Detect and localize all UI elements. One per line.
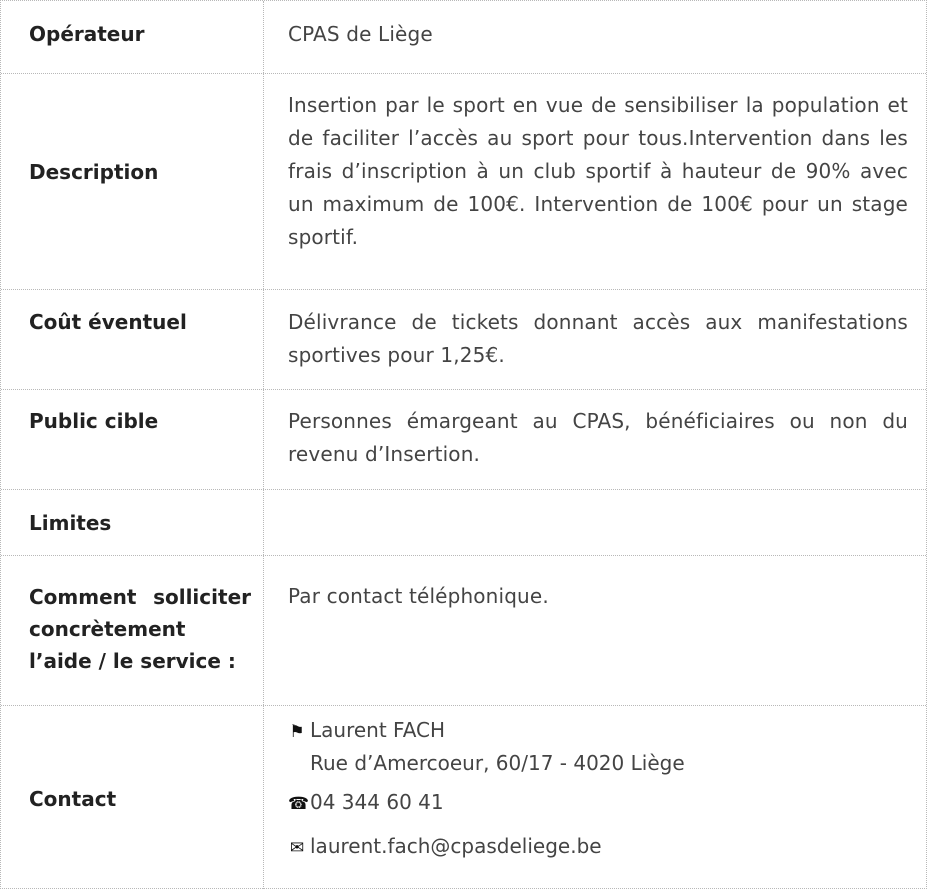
label-limites: Limites: [29, 511, 112, 535]
value-description: Insertion par le sport en vue de sensibi…: [288, 93, 908, 249]
row-operateur: Opérateur CPAS de Liège: [1, 1, 926, 74]
contact-name: Laurent FACH: [310, 718, 446, 742]
label-operateur: Opérateur: [29, 22, 145, 46]
value-public: Personnes émargeant au CPAS, bénéficiair…: [288, 409, 908, 466]
row-contact: Contact ⚑ Laurent FACH Rue d’Amercoeur, 6…: [1, 706, 926, 889]
row-cout: Coût éventuel Délivrance de tickets donn…: [1, 290, 926, 390]
contact-address: Rue d’Amercoeur, 60/17 - 4020 Liège: [310, 751, 685, 775]
label-public: Public cible: [29, 409, 159, 433]
value-operateur: CPAS de Liège: [288, 22, 433, 46]
info-table: Opérateur CPAS de Liège Description Inse…: [0, 0, 927, 889]
row-description: Description Insertion par le sport en vu…: [1, 74, 926, 290]
contact-name-line: ⚑ Laurent FACH: [288, 716, 445, 746]
label-contact: Contact: [29, 787, 117, 811]
label-comment: Comment solliciter concrètement l’aide /…: [29, 585, 251, 673]
row-limites: Limites: [1, 490, 926, 556]
contact-phone: 04 344 60 41: [310, 790, 444, 814]
flag-icon: ⚑: [289, 722, 305, 742]
value-comment: Par contact téléphonique.: [288, 584, 549, 608]
label-description: Description: [29, 160, 159, 184]
value-cout: Délivrance de tickets donnant accès aux …: [288, 310, 908, 367]
contact-email-line: ✉ laurent.fach@cpasdeliege.be: [288, 832, 602, 862]
envelope-icon: ✉: [289, 838, 305, 858]
contact-phone-line: ☎04 344 60 41: [288, 788, 444, 818]
label-cout: Coût éventuel: [29, 310, 187, 334]
telephone-icon: ☎: [288, 794, 310, 814]
row-comment: Comment solliciter concrètement l’aide /…: [1, 556, 926, 706]
row-public: Public cible Personnes émargeant au CPAS…: [1, 390, 926, 490]
contact-email[interactable]: laurent.fach@cpasdeliege.be: [310, 834, 602, 858]
